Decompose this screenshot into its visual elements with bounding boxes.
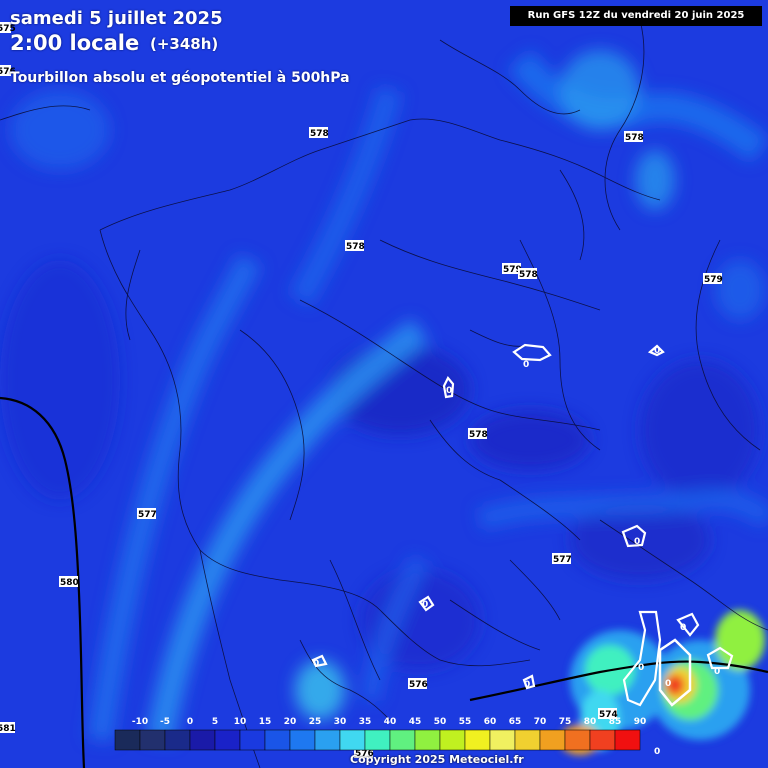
legend-swatch [589,729,616,751]
contour-label: 576 [409,680,428,690]
legend-swatch [464,729,491,751]
legend-tick-label: 45 [409,717,422,727]
contour-label: 578 [310,129,329,139]
copyright: Copyright 2025 Meteociel.fr [350,753,524,766]
contour-label: 578 [625,133,644,143]
legend-tick-label: 10 [234,717,247,727]
zero-label: 0 [523,360,529,370]
legend-swatch [189,729,216,751]
legend-swatch [514,729,541,751]
legend-swatch [339,729,366,751]
zero-label: 0 [654,747,660,757]
color-legend [114,729,641,751]
valid-date: samedi 5 juillet 2025 [10,8,223,29]
legend-swatch [164,729,191,751]
zero-label: 0 [654,346,660,356]
zero-label: 0 [638,663,644,673]
legend-swatch [139,729,166,751]
legend-swatch [414,729,441,751]
legend-swatch [239,729,266,751]
zero-label: 0 [524,680,530,690]
zero-label: 0 [680,623,686,633]
legend-tick-label: 0 [187,717,193,727]
legend-tick-label: 50 [434,717,447,727]
legend-tick-label: 15 [259,717,272,727]
contour-label: 581 [0,724,16,734]
contour-label: 577 [553,555,572,565]
zero-label: 0 [313,659,319,669]
legend-tick-label: 55 [459,717,472,727]
legend-swatch [389,729,416,751]
legend-tick-label: -5 [160,717,170,727]
zero-label: 0 [714,667,720,677]
zero-label: 0 [446,386,452,396]
zero-label: 0 [634,537,640,547]
contour-label: 580 [60,578,79,588]
legend-tick-label: 30 [334,717,347,727]
legend-tick-label: 20 [284,717,297,727]
legend-tick-label: 85 [609,717,622,727]
contour-label: 577 [138,510,157,520]
legend-swatch [364,729,391,751]
valid-time: 2:00 locale [10,31,140,55]
legend-swatch [314,729,341,751]
legend-swatch [264,729,291,751]
zero-label: 0 [422,600,428,610]
vorticity-map: 578 578 578 579 578 578 579 580 577 577 … [0,0,768,768]
legend-swatch [114,729,141,751]
legend-swatch [439,729,466,751]
legend-tick-label: 75 [559,717,572,727]
legend-swatch [489,729,516,751]
contour-label: 578 [469,430,488,440]
legend-swatch [564,729,591,751]
contour-label: 578 [346,242,365,252]
legend-tick-label: 60 [484,717,497,727]
parameter-title: Tourbillon absolu et géopotentiel à 500h… [10,70,350,86]
legend-tick-label: -10 [132,717,148,727]
lead-time: (+348h) [150,35,219,53]
zero-label: 0 [665,679,671,689]
contour-label: 578 [519,270,538,280]
legend-tick-label: 70 [534,717,547,727]
legend-swatch [539,729,566,751]
run-info: Run GFS 12Z du vendredi 20 juin 2025 [510,6,762,26]
legend-tick-label: 65 [509,717,522,727]
legend-swatch [214,729,241,751]
legend-tick-label: 80 [584,717,597,727]
contour-label: 579 [704,275,723,285]
legend-tick-label: 5 [212,717,218,727]
legend-tick-label: 90 [634,717,647,727]
legend-swatch [289,729,316,751]
legend-tick-label: 35 [359,717,372,727]
legend-tick-label: 40 [384,717,397,727]
legend-swatch [614,729,641,751]
legend-tick-label: 25 [309,717,322,727]
